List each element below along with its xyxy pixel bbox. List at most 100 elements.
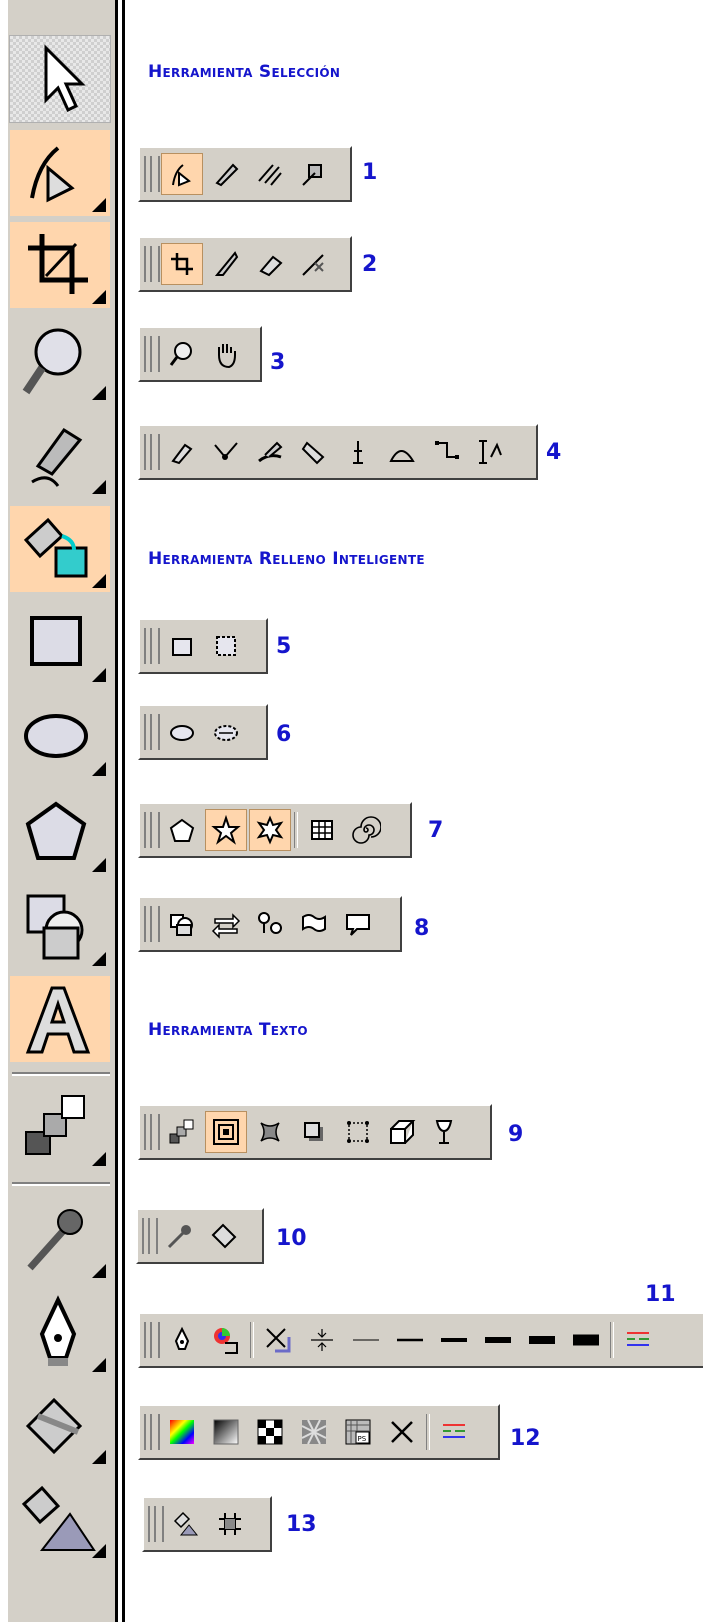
flyout-curve [138,424,538,480]
texture-fill-icon[interactable] [294,1412,334,1452]
number-label: 9 [508,1122,524,1147]
fountain-fill-icon[interactable] [206,1412,246,1452]
flyout-fill: PS [138,1404,500,1460]
three-point-ellipse-icon[interactable] [206,712,246,752]
flyout-shapes [138,896,402,952]
zoom-icon[interactable] [162,334,202,374]
interactive-fill-icon[interactable] [166,1504,206,1544]
callout-shapes-icon[interactable] [338,904,378,944]
bezier-icon[interactable] [206,432,246,472]
transparency-icon[interactable] [426,1112,466,1152]
pattern-fill-icon[interactable] [250,1412,290,1452]
number-label: 12 [510,1426,541,1451]
extrude-icon[interactable] [382,1112,422,1152]
polyline-icon[interactable] [338,432,378,472]
outline-width-1-icon[interactable] [346,1320,386,1360]
eraser-icon[interactable] [250,244,290,284]
arrow-shapes-icon[interactable] [206,904,246,944]
dimension-icon[interactable] [470,432,510,472]
mesh-fill-icon[interactable] [210,1504,250,1544]
freehand-tool-icon[interactable] [10,412,110,498]
polygon-tool-icon[interactable] [10,790,110,876]
outline-tool-icon[interactable] [10,1290,110,1376]
no-fill-icon[interactable] [382,1412,422,1452]
graph-paper-icon[interactable] [302,810,342,850]
flyout-shape [138,146,352,202]
text-tool-icon[interactable] [10,976,110,1062]
number-label: 10 [276,1226,307,1251]
polygon-icon[interactable] [162,810,202,850]
fill-color-icon[interactable] [162,1412,202,1452]
knife-icon[interactable] [206,154,246,194]
outline-width-4-icon[interactable] [478,1320,518,1360]
flyout-polygon [138,802,412,858]
three-point-rectangle-icon[interactable] [206,626,246,666]
ellipse-icon[interactable] [162,712,202,752]
outline-width-3-icon[interactable] [434,1320,474,1360]
outline-width-6-icon[interactable] [566,1320,606,1360]
virtual-segment-delete-icon[interactable] [294,244,334,284]
flyout-crop [138,236,352,292]
number-label: 8 [414,916,430,941]
number-label: 2 [362,252,378,277]
flyout-outline [138,1312,703,1368]
hairline-outline-icon[interactable] [302,1320,342,1360]
flyout-rectangle [138,618,268,674]
knife-icon[interactable] [206,244,246,284]
color-docker-icon[interactable] [618,1320,658,1360]
rectangle-icon[interactable] [162,626,202,666]
outline-color-icon[interactable] [206,1320,246,1360]
zoom-tool-icon[interactable] [10,318,110,404]
heading-texto: Herramienta Texto [148,1020,308,1040]
crop-icon[interactable] [161,243,203,285]
basic-shapes-icon[interactable] [162,904,202,944]
flyout-eyedropper [136,1208,264,1264]
smart-fill-tool-icon[interactable] [10,506,110,592]
postscript-fill-icon[interactable]: PS [338,1412,378,1452]
rectangle-tool-icon[interactable] [10,600,110,686]
color-docker-icon[interactable] [434,1412,474,1452]
shape-icon[interactable] [161,153,203,195]
number-label: 13 [286,1512,317,1537]
banner-shapes-icon[interactable] [294,904,334,944]
flowchart-shapes-icon[interactable] [250,904,290,944]
transform-icon[interactable] [294,154,334,194]
eraser-icon[interactable] [250,154,290,194]
fill-tool-icon[interactable] [10,1382,110,1468]
complex-star-icon[interactable] [249,809,291,851]
connector-icon[interactable] [426,432,466,472]
number-label: 6 [276,722,292,747]
pick-tool-icon[interactable] [9,35,111,123]
drop-shadow-icon[interactable] [294,1112,334,1152]
no-outline-icon[interactable] [258,1320,298,1360]
number-label: 1 [362,160,378,185]
freehand-icon[interactable] [162,432,202,472]
flyout-zoom [138,326,262,382]
interactive-fill-tool-icon[interactable] [10,1476,110,1562]
flyout-interactive-fill [142,1496,272,1552]
outline-pen-icon[interactable] [162,1320,202,1360]
outline-width-5-icon[interactable] [522,1320,562,1360]
basic-shapes-tool-icon[interactable] [10,884,110,970]
blend-icon[interactable] [162,1112,202,1152]
shape-tool-icon[interactable] [10,130,110,216]
hand-icon[interactable] [206,334,246,374]
three-point-curve-icon[interactable] [382,432,422,472]
crop-tool-icon[interactable] [10,222,110,308]
flyout-interactive [138,1104,492,1160]
envelope-icon[interactable] [338,1112,378,1152]
outline-width-2-icon[interactable] [390,1320,430,1360]
contour-icon[interactable] [205,1111,247,1153]
ellipse-tool-icon[interactable] [10,694,110,780]
eyedropper-tool-icon[interactable] [10,1196,110,1282]
distortion-icon[interactable] [250,1112,290,1152]
spiral-icon[interactable] [346,810,386,850]
interactive-blend-tool-icon[interactable] [10,1084,110,1170]
paintbucket-icon[interactable] [204,1216,244,1256]
heading-seleccion: Herramienta Selección [148,62,341,82]
artistic-media-icon[interactable] [250,432,290,472]
number-label: 7 [428,818,444,843]
pen-icon[interactable] [294,432,334,472]
eyedropper-icon[interactable] [160,1216,200,1256]
star-icon[interactable] [205,809,247,851]
